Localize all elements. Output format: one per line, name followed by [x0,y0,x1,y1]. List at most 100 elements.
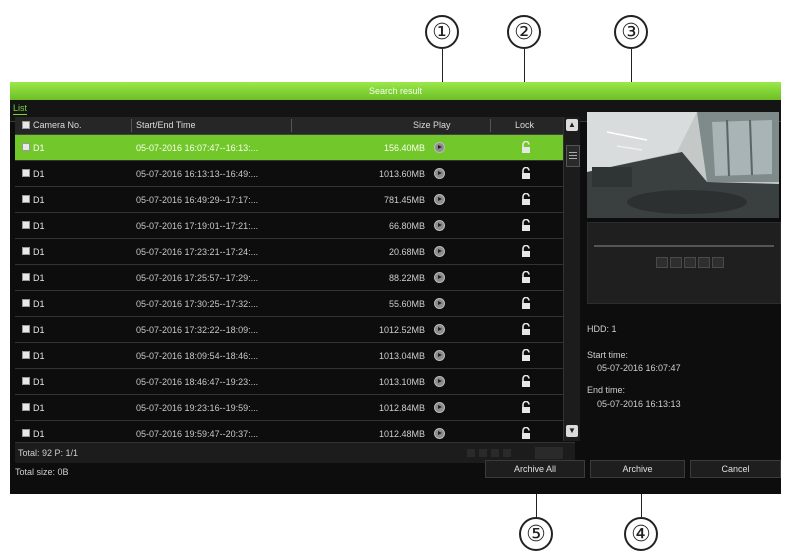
result-table: Camera No. Start/End Time Size Play Lock… [15,117,565,447]
scroll-down-icon[interactable]: ▼ [566,425,578,437]
cancel-button[interactable]: Cancel [690,460,781,478]
total-size: Total size: 0B [15,467,69,477]
size-cell: 156.40MB [383,143,425,153]
prev-page-icon[interactable] [479,449,487,457]
table-row[interactable]: D1 05-07-2016 17:19:01--17:21:... 66.80MB [15,213,565,239]
callout-1: ① [425,15,459,49]
next-icon[interactable] [712,257,724,268]
row-checkbox[interactable] [22,377,30,385]
table-header: Camera No. Start/End Time Size Play Lock [15,117,565,135]
play-icon[interactable] [434,194,445,205]
play-icon[interactable] [434,220,445,231]
unlock-icon[interactable] [520,374,532,388]
select-all-checkbox[interactable] [22,121,30,129]
unlock-icon[interactable] [520,166,532,180]
camera-cell: D1 [33,195,45,205]
table-row[interactable]: D1 05-07-2016 17:25:57--17:29:... 88.22MB [15,265,565,291]
row-checkbox[interactable] [22,143,30,151]
page-number-input[interactable] [535,447,563,459]
column-divider [291,119,292,132]
row-checkbox[interactable] [22,299,30,307]
size-cell: 55.60MB [388,299,425,309]
play-icon[interactable] [434,298,445,309]
playback-panel [587,222,781,304]
time-cell: 05-07-2016 17:30:25--17:32:... [136,299,259,309]
first-page-icon[interactable] [467,449,475,457]
play-icon[interactable] [434,402,445,413]
unlock-icon[interactable] [520,348,532,362]
time-cell: 05-07-2016 19:23:16--19:59:... [136,403,259,413]
row-checkbox[interactable] [22,325,30,333]
play-icon[interactable] [434,428,445,439]
time-cell: 05-07-2016 16:13:13--16:49:... [136,169,259,179]
time-cell: 05-07-2016 18:46:47--19:23:... [136,377,259,387]
table-row[interactable]: D1 05-07-2016 16:13:13--16:49:... 1013.60M… [15,161,565,187]
unlock-icon[interactable] [520,140,532,154]
row-checkbox[interactable] [22,169,30,177]
unlock-icon[interactable] [520,426,532,440]
unlock-icon[interactable] [520,400,532,414]
table-scrollbar[interactable]: ▲ ▼ [563,117,580,441]
camera-cell: D1 [33,247,45,257]
row-checkbox[interactable] [22,429,30,437]
column-divider [490,119,491,132]
row-checkbox[interactable] [22,351,30,359]
tab-list[interactable]: List [13,103,28,115]
table-row[interactable]: D1 05-07-2016 18:09:54--18:46:... 1013.04M… [15,343,565,369]
column-size: Size [413,120,431,130]
column-play: Play [433,120,451,130]
camera-cell: D1 [33,299,45,309]
row-checkbox[interactable] [22,273,30,281]
table-row[interactable]: D1 05-07-2016 17:32:22--18:09:... 1012.52M… [15,317,565,343]
size-cell: 1012.48MB [378,429,425,439]
play-icon[interactable] [434,324,445,335]
unlock-icon[interactable] [520,192,532,206]
next-page-icon[interactable] [491,449,499,457]
unlock-icon[interactable] [520,244,532,258]
play-icon[interactable] [434,168,445,179]
archive-button[interactable]: Archive [590,460,685,478]
table-row[interactable]: D1 05-07-2016 16:07:47--16:13:... 156.40MB [15,135,565,161]
table-row[interactable]: D1 05-07-2016 18:46:47--19:23:... 1013.10M… [15,369,565,395]
playback-progress-bar[interactable] [594,245,774,247]
camera-cell: D1 [33,169,45,179]
size-cell: 1012.84MB [378,403,425,413]
row-checkbox[interactable] [22,247,30,255]
stop-icon[interactable] [656,257,668,268]
unlock-icon[interactable] [520,218,532,232]
play-icon[interactable] [434,272,445,283]
scroll-thumb[interactable] [566,145,580,167]
table-row[interactable]: D1 05-07-2016 17:23:21--17:24:... 20.68MB [15,239,565,265]
scroll-up-icon[interactable]: ▲ [566,119,578,131]
search-result-window: Search result List Camera No. Start/End … [10,82,781,494]
column-divider [131,119,132,132]
fast-icon[interactable] [698,257,710,268]
window-title: Search result [10,82,781,100]
play-button-icon[interactable] [670,257,682,268]
play-icon[interactable] [434,376,445,387]
archive-all-button[interactable]: Archive All [485,460,585,478]
video-preview[interactable] [587,112,779,218]
row-checkbox[interactable] [22,195,30,203]
time-cell: 05-07-2016 18:09:54--18:46:... [136,351,259,361]
play-icon[interactable] [434,350,445,361]
camera-cell: D1 [33,429,45,439]
play-icon[interactable] [434,142,445,153]
last-page-icon[interactable] [503,449,511,457]
table-body: D1 05-07-2016 16:07:47--16:13:... 156.40MB… [15,135,565,447]
row-checkbox[interactable] [22,403,30,411]
slow-icon[interactable] [684,257,696,268]
unlock-icon[interactable] [520,296,532,310]
table-row[interactable]: D1 05-07-2016 19:23:16--19:59:... 1012.84M… [15,395,565,421]
play-icon[interactable] [434,246,445,257]
table-row[interactable]: D1 05-07-2016 16:49:29--17:17:... 781.45MB [15,187,565,213]
column-lock: Lock [515,120,535,130]
unlock-icon[interactable] [520,322,532,336]
time-cell: 05-07-2016 17:19:01--17:21:... [136,221,259,231]
start-time-value: 05-07-2016 16:07:47 [597,363,681,373]
row-checkbox[interactable] [22,221,30,229]
time-cell: 05-07-2016 16:07:47--16:13:... [136,143,259,153]
size-cell: 20.68MB [388,247,425,257]
unlock-icon[interactable] [520,270,532,284]
table-row[interactable]: D1 05-07-2016 17:30:25--17:32:... 55.60MB [15,291,565,317]
